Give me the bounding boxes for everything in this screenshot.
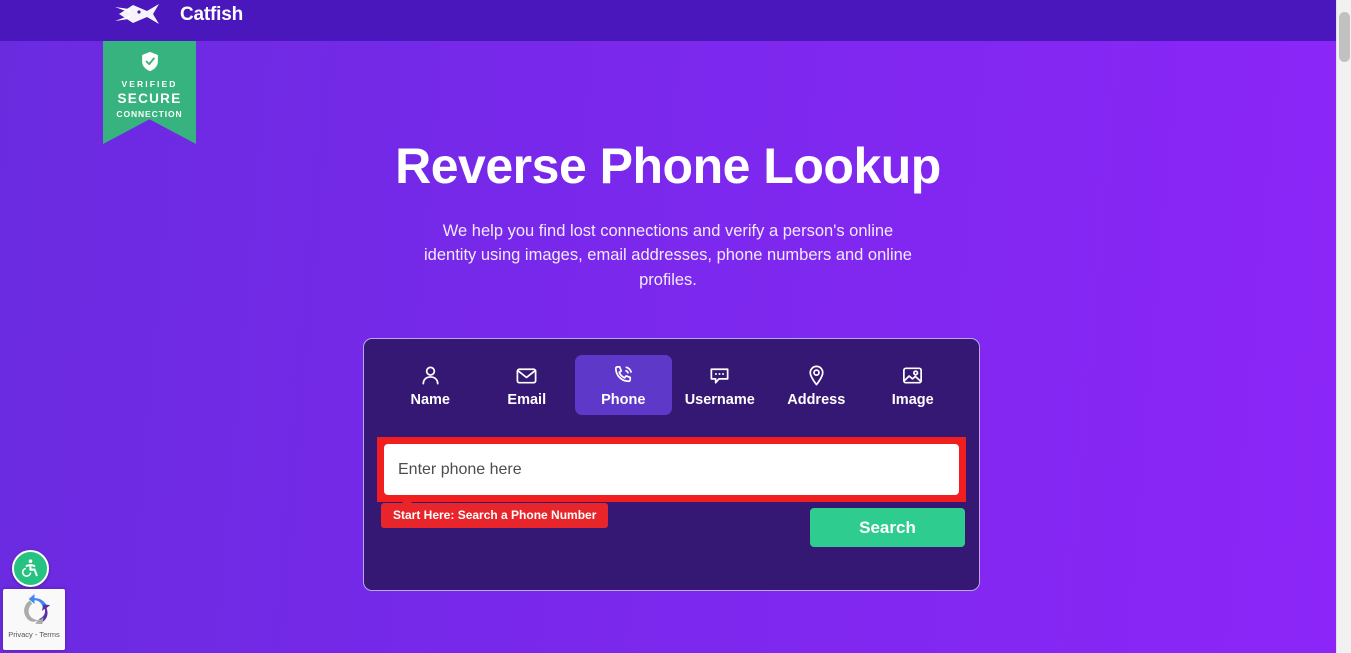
hero-section: Reverse Phone Lookup We help you find lo…: [0, 0, 1336, 292]
tab-label: Username: [684, 392, 755, 408]
phone-call-icon: [612, 363, 635, 387]
recaptcha-icon: [23, 594, 50, 625]
vertical-scrollbar[interactable]: [1336, 0, 1351, 653]
chat-bubble-icon: [708, 363, 731, 387]
page-viewport: Catfish VERIFIED SECURE CONNECTION Rever…: [0, 0, 1336, 653]
tab-name[interactable]: Name: [382, 355, 479, 415]
page-title: Reverse Phone Lookup: [395, 138, 941, 194]
tab-label: Phone: [601, 392, 646, 408]
tab-label: Email: [507, 392, 547, 408]
tab-label: Address: [787, 392, 846, 408]
map-pin-icon: [805, 363, 828, 387]
tab-label: Image: [891, 392, 934, 408]
tab-phone[interactable]: Phone: [575, 355, 672, 415]
search-button[interactable]: Search: [810, 508, 965, 547]
tab-image[interactable]: Image: [865, 355, 962, 415]
hero-subtitle: We help you find lost connections and ve…: [424, 222, 912, 289]
search-input[interactable]: [384, 444, 959, 495]
envelope-icon: [515, 363, 538, 387]
tab-label: Name: [410, 392, 451, 408]
recaptcha-badge[interactable]: Privacy - Terms: [3, 589, 65, 650]
recaptcha-text: Privacy - Terms: [8, 630, 60, 639]
person-icon: [419, 363, 442, 387]
accessibility-widget-button[interactable]: [12, 550, 49, 587]
tab-email[interactable]: Email: [479, 355, 576, 415]
phone-input-highlight: [377, 437, 966, 502]
tab-address[interactable]: Address: [768, 355, 865, 415]
image-icon: [901, 363, 924, 387]
tab-username[interactable]: Username: [672, 355, 769, 415]
wheelchair-accessibility-icon: [21, 559, 38, 577]
scrollbar-thumb[interactable]: [1339, 12, 1350, 62]
start-here-callout: Start Here: Search a Phone Number: [381, 498, 609, 528]
search-type-tabs: Name Email Phone Username Address Image: [382, 339, 961, 415]
